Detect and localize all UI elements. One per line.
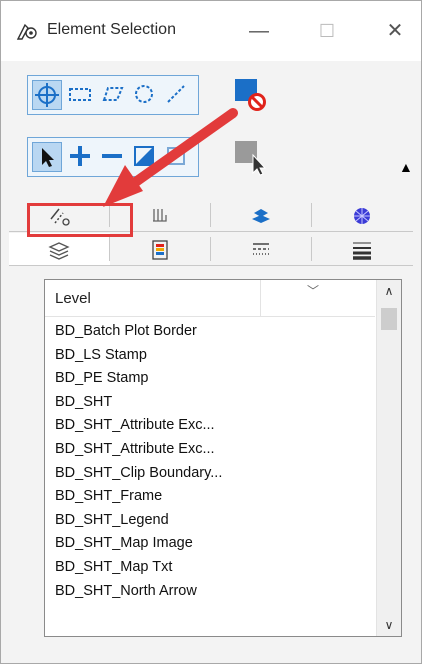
element-selection-window: Element Selection — ☐ ✕ ▲ Level ﹀ BD_Bat… [0,0,422,664]
annotation-arrow [103,108,238,207]
